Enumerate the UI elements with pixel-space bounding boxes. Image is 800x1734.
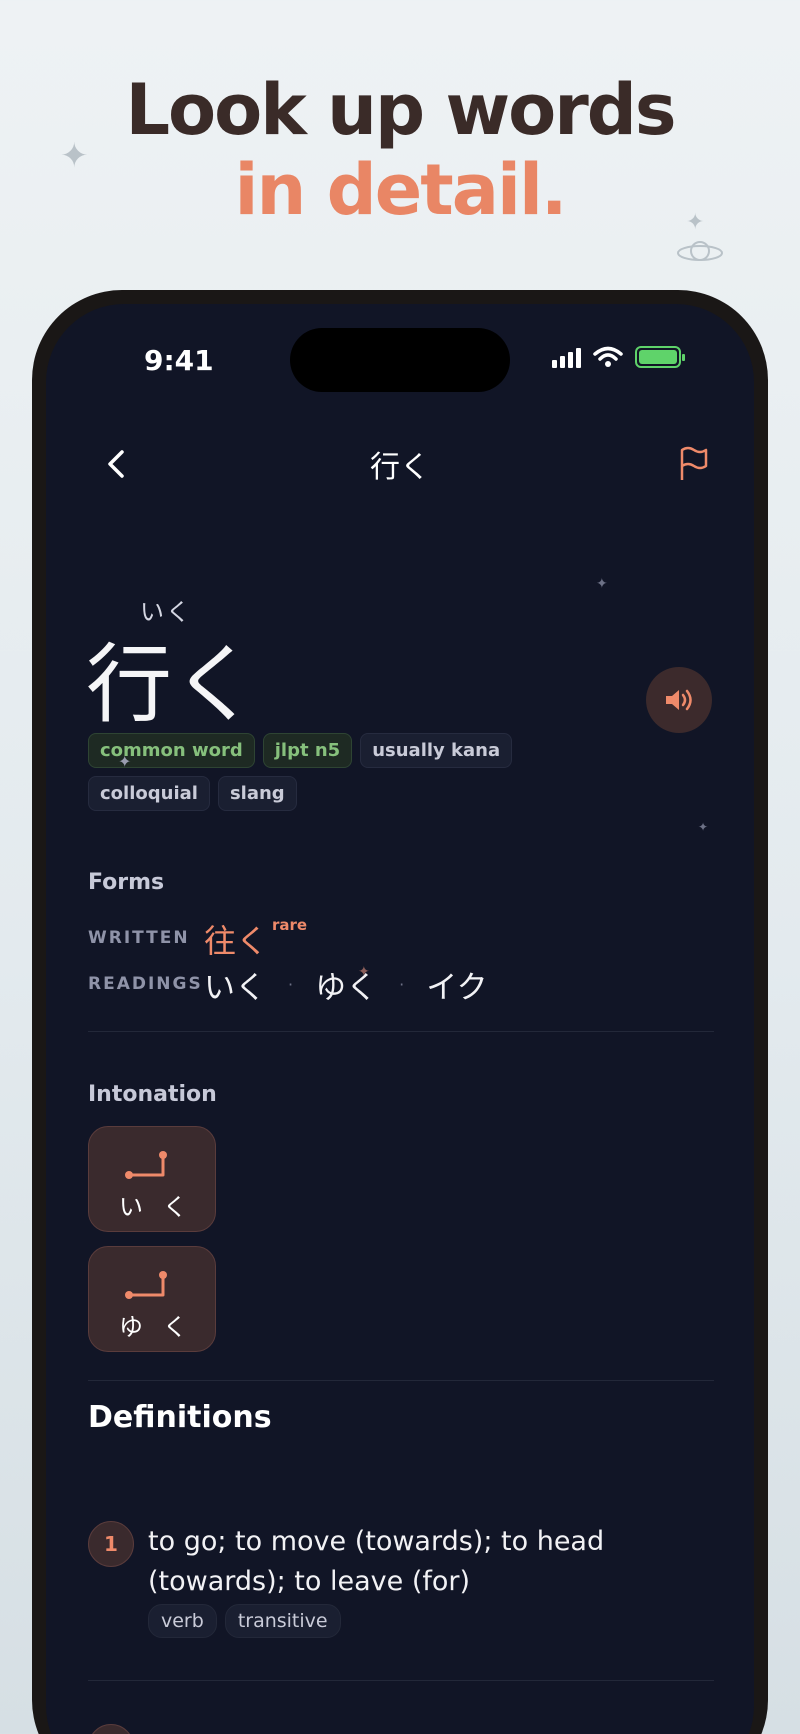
sparkle-icon: ✦ — [686, 210, 705, 235]
rare-note: rare — [272, 916, 308, 934]
divider — [88, 1031, 714, 1032]
flag-icon[interactable] — [676, 444, 712, 484]
headword: 行く — [86, 635, 258, 735]
pitch-accent-card[interactable]: ゆ く — [88, 1246, 216, 1352]
pitch-mora: い — [119, 1193, 143, 1221]
word-tags: common word jlpt n5 usually kana colloqu… — [88, 733, 628, 811]
definition-text: to go; to move (towards); to head (towar… — [148, 1526, 605, 1597]
definition-number — [88, 1724, 134, 1734]
star-icon: ✦ — [118, 752, 132, 771]
audio-button[interactable] — [646, 667, 712, 733]
headline-line-1: Look up words — [125, 69, 676, 151]
tag-slang: slang — [217, 776, 297, 811]
divider — [88, 1680, 714, 1681]
cellular-signal-icon — [552, 348, 581, 368]
pitch-kana: ゆ く — [119, 1307, 187, 1342]
star-icon: ✦ — [596, 576, 608, 592]
tag-jlpt-n5: jlpt n5 — [262, 733, 353, 768]
written-label: WRITTEN — [88, 928, 190, 948]
pitch-accent-graph — [125, 1151, 167, 1179]
pitch-mora: ゆ — [119, 1313, 143, 1341]
written-form: 往く — [204, 922, 269, 960]
headline-line-2: in detail. — [234, 149, 567, 231]
separator-dot: · — [399, 975, 405, 994]
separator-dot: · — [288, 975, 294, 994]
definitions-title: Definitions — [88, 1400, 272, 1435]
phone-screen: 9:41 行く いく 行く common word jlpt n5 usuall… — [46, 304, 754, 1734]
pitch-accent-graph — [125, 1271, 167, 1299]
tag-usually-kana: usually kana — [360, 733, 513, 768]
dynamic-island — [290, 328, 510, 392]
readings-list: いく · ゆく · イク — [204, 962, 488, 1007]
star-icon: ✦ — [698, 820, 709, 834]
readings-label: READINGS — [88, 974, 203, 994]
pitch-mora: く — [163, 1313, 187, 1341]
pos-tag: transitive — [224, 1604, 341, 1638]
tag-common-word: common word — [88, 733, 255, 768]
planet-icon — [677, 241, 723, 261]
speaker-icon — [666, 689, 692, 711]
pitch-mora: く — [163, 1193, 187, 1221]
marketing-headline: Look up words in detail. — [0, 70, 800, 230]
tag-colloquial: colloquial — [88, 776, 210, 811]
definition-number: 1 — [88, 1521, 134, 1567]
reading-item: イク — [426, 970, 488, 1006]
status-time: 9:41 — [144, 344, 214, 377]
status-icons — [552, 346, 685, 368]
divider — [88, 1380, 714, 1381]
pitch-kana: い く — [119, 1187, 187, 1222]
forms-title: Forms — [88, 870, 165, 895]
star-icon: ✦ — [358, 964, 370, 980]
nav-title: 行く — [370, 450, 430, 485]
battery-icon — [635, 346, 685, 368]
pos-tag: verb — [148, 1604, 217, 1638]
pitch-accent-card[interactable]: い く — [88, 1126, 216, 1232]
reading-item: いく — [204, 970, 266, 1006]
intonation-title: Intonation — [88, 1082, 217, 1107]
definition-tags: verb transitive — [148, 1604, 341, 1638]
wifi-icon — [593, 346, 623, 367]
sparkle-icon: ✦ — [60, 136, 89, 176]
